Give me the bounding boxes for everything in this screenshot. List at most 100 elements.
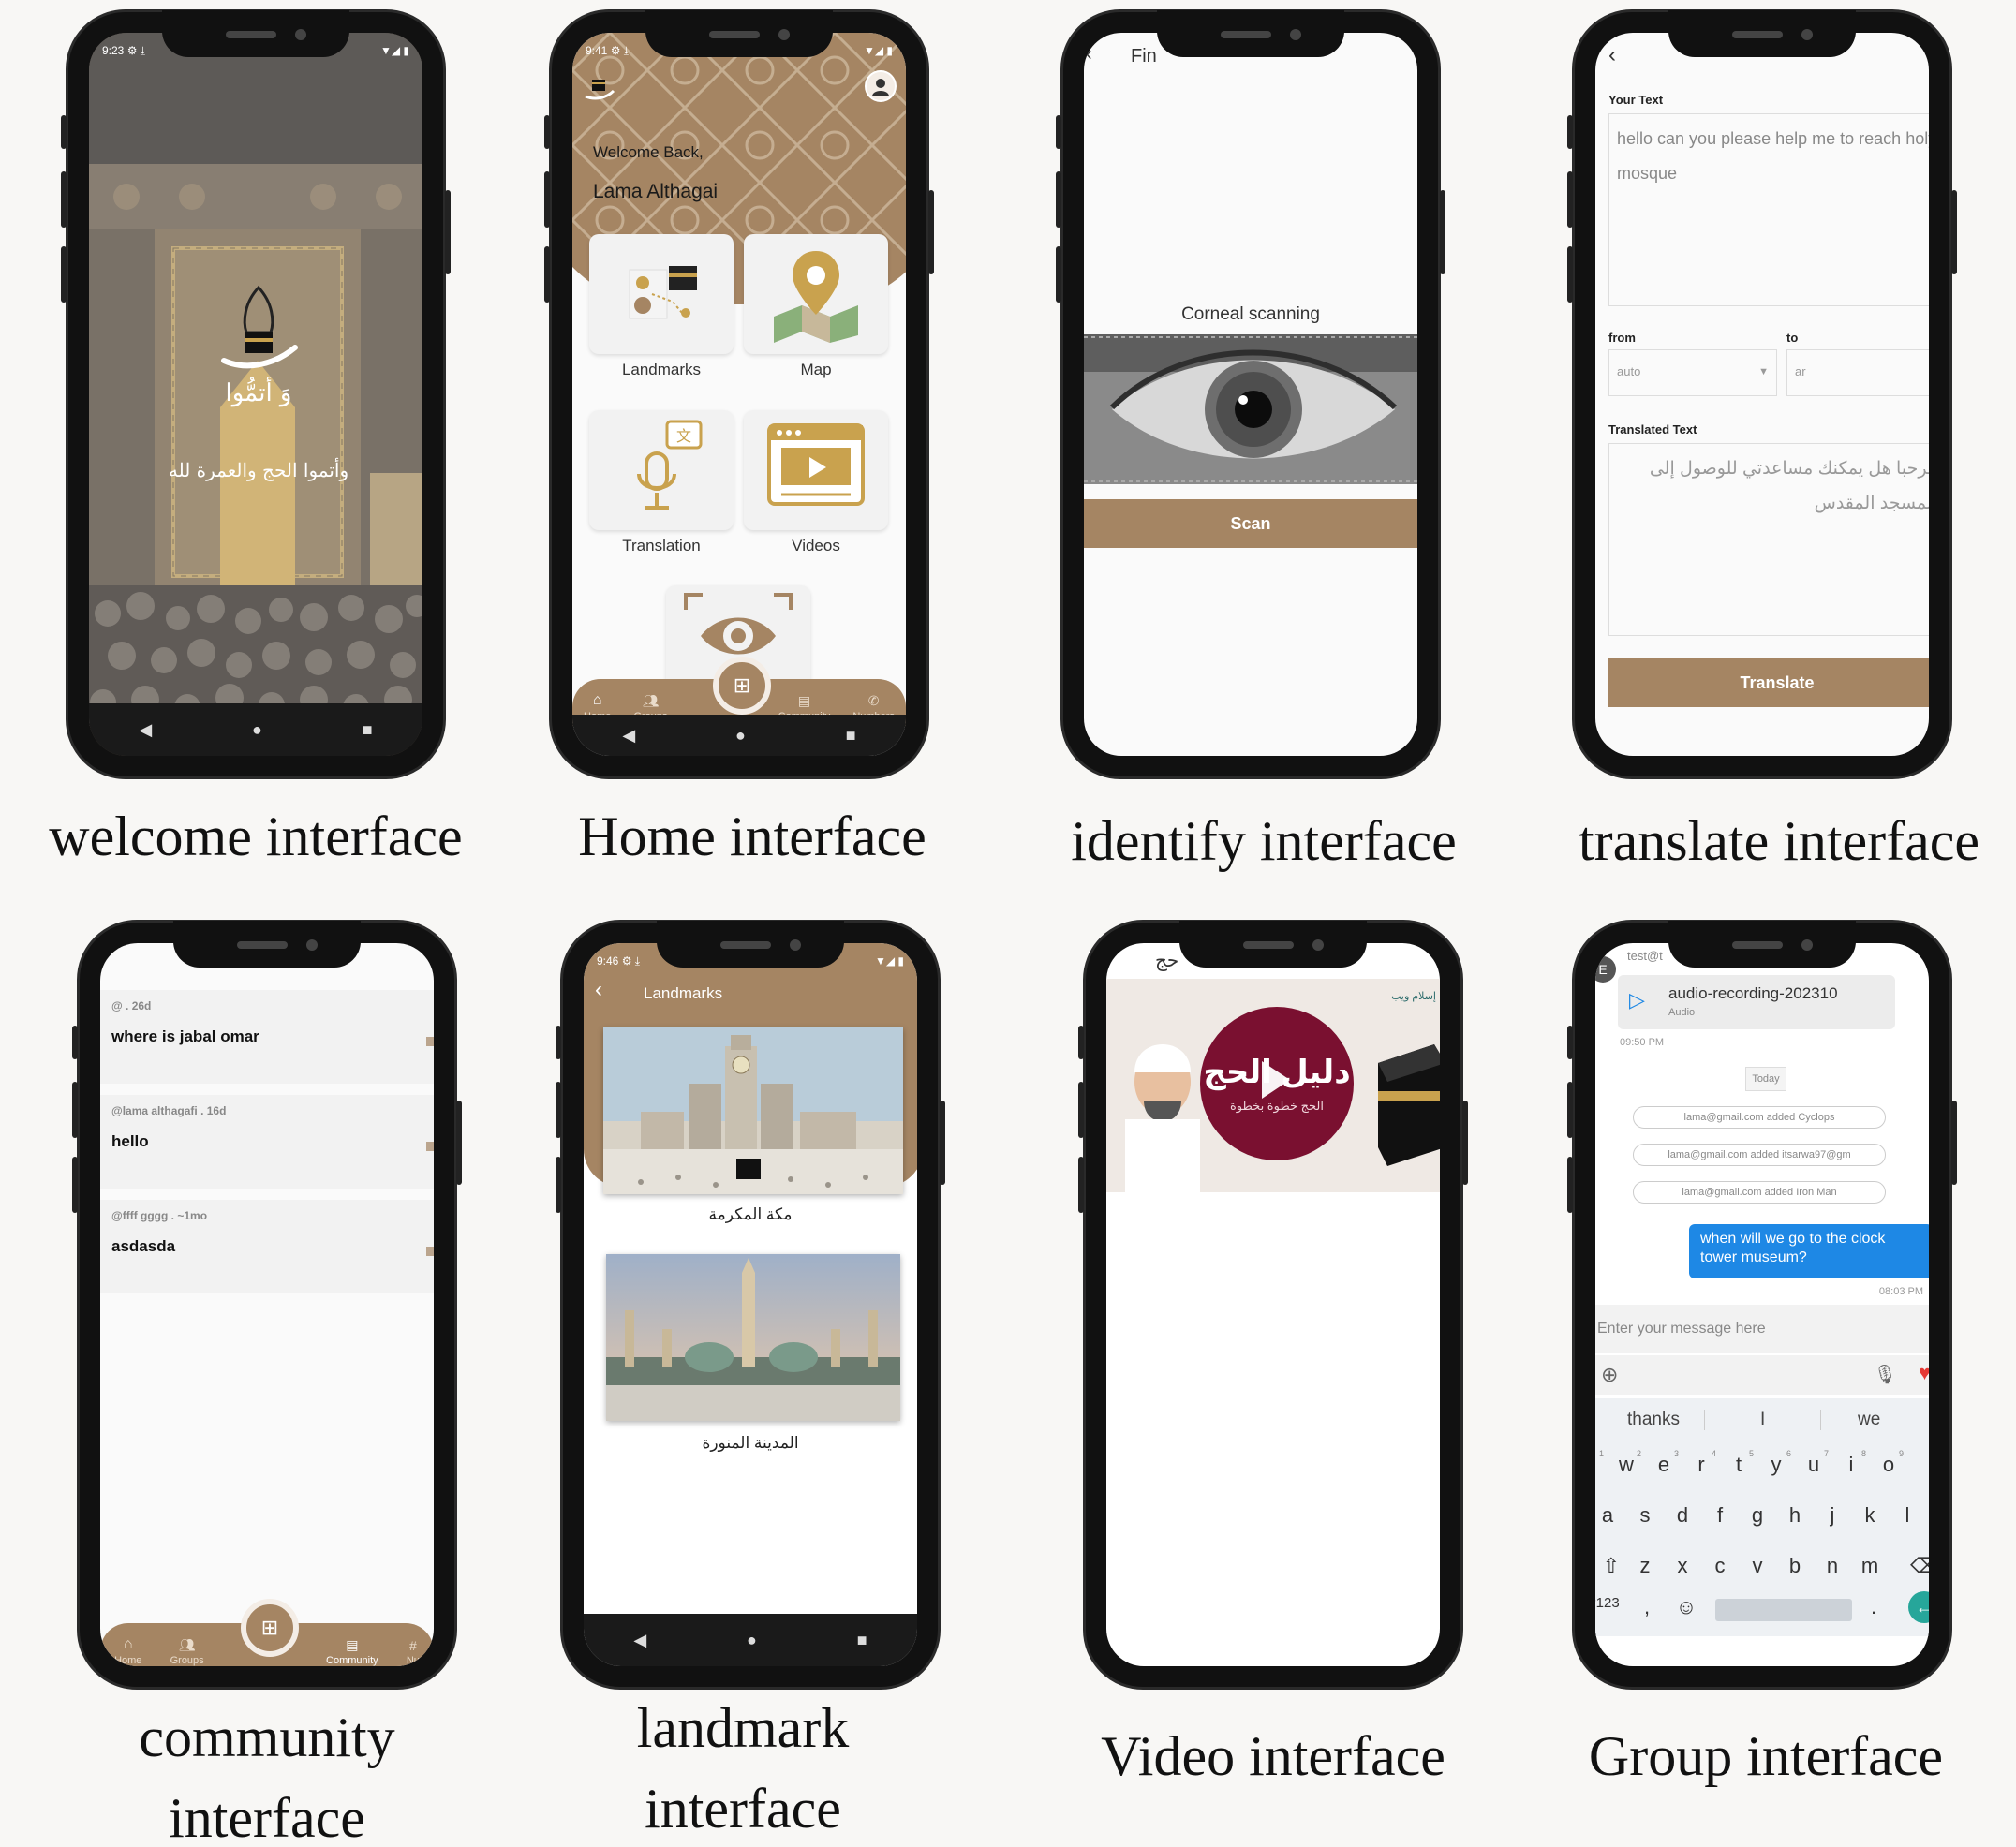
post-menu-icon[interactable] (426, 1037, 434, 1046)
key-f[interactable]: f (1706, 1503, 1734, 1528)
send-key[interactable]: ← (1908, 1591, 1929, 1623)
key-hint-number: 8 (1861, 1449, 1867, 1458)
header-back-icon[interactable]: ‹ (1086, 44, 1092, 66)
back-icon[interactable]: ‹ (595, 977, 602, 1003)
key-g[interactable]: g (1743, 1503, 1771, 1528)
message-input[interactable]: Enter your message here (1595, 1305, 1929, 1353)
backspace-key[interactable]: ⌫ (1910, 1554, 1929, 1578)
key-a[interactable]: a (1595, 1503, 1622, 1528)
madinah-photo[interactable] (606, 1254, 900, 1421)
back-icon[interactable]: ◀ (622, 726, 635, 746)
key-h[interactable]: h (1781, 1503, 1809, 1528)
scan-button[interactable]: Scan (1084, 499, 1417, 548)
to-select[interactable]: ar (1786, 349, 1929, 396)
key-c[interactable]: c (1706, 1554, 1734, 1578)
key-z[interactable]: z (1631, 1554, 1659, 1578)
tile-videos[interactable] (744, 410, 888, 530)
system-message: lama@gmail.com added Cyclops (1633, 1106, 1886, 1129)
period-key[interactable]: . (1860, 1595, 1888, 1619)
home-circle-icon[interactable]: ● (252, 720, 262, 740)
video-screen: حج دليل الحج الحج خطوة بخطوة إسلام ويب (1106, 943, 1440, 1666)
audio-message[interactable]: ▷ audio-recording-202310 Audio (1618, 975, 1895, 1029)
key-j[interactable]: j (1818, 1503, 1846, 1528)
home-icon: ⌂ (123, 1636, 133, 1652)
back-icon[interactable]: ‹ (1608, 42, 1616, 68)
scan-heading: Corneal scanning (1181, 304, 1320, 324)
key-l[interactable]: l (1893, 1503, 1921, 1528)
profile-avatar-icon[interactable] (865, 70, 897, 102)
user-name: Lama Althagai (593, 181, 719, 202)
add-note-icon: ⊞ (733, 673, 751, 697)
home-circle-icon[interactable]: ● (735, 726, 746, 746)
nav-groups[interactable]: 👥︎Groups (170, 1637, 204, 1666)
nav-community[interactable]: ▤Community (326, 1637, 378, 1666)
audio-timestamp: 09:50 PM (1620, 1037, 1665, 1048)
tile-map[interactable] (744, 234, 888, 354)
new-post-fab[interactable]: ⊞ (241, 1599, 299, 1657)
eye-scan-image (1084, 334, 1417, 484)
microphone-icon[interactable]: 🎙︎ (1874, 1363, 1897, 1386)
new-post-fab[interactable]: ⊞ (713, 657, 771, 715)
makkah-photo[interactable] (603, 1027, 903, 1194)
from-select[interactable]: auto ▼ (1608, 349, 1777, 396)
key-d[interactable]: d (1668, 1503, 1697, 1528)
recents-square-icon[interactable]: ■ (857, 1631, 867, 1650)
back-icon[interactable]: ◀ (633, 1631, 646, 1650)
home-circle-icon[interactable]: ● (747, 1631, 757, 1650)
video-subtitle: الحج خطوة بخطوة (1229, 1099, 1324, 1113)
heart-icon[interactable]: ♥ (1919, 1361, 1929, 1385)
suggestion[interactable]: I (1760, 1410, 1765, 1430)
phone-identify: ‹ Fin Corneal scanning Scan (1056, 9, 1445, 779)
symbols-key[interactable]: ?123 (1595, 1595, 1625, 1611)
key-k[interactable]: k (1856, 1503, 1884, 1528)
post-card[interactable]: @ffff gggg . ~1mo asdasda (100, 1200, 434, 1293)
translate-screen: ‹ Your Text hello can you please help me… (1595, 33, 1929, 756)
group-avatar[interactable]: E (1595, 956, 1616, 983)
caption-translate: translate interface (1578, 810, 1980, 872)
key-n[interactable]: n (1818, 1554, 1846, 1578)
translation-mic-icon: 文 (637, 420, 703, 510)
post-meta: @ . 26d (111, 999, 152, 1012)
your-text-input[interactable]: hello can you please help me to reach ho… (1608, 113, 1929, 306)
suggestion[interactable]: thanks (1627, 1410, 1680, 1430)
nav-home[interactable]: ⌂Home (114, 1636, 141, 1666)
translate-button[interactable]: Translate (1608, 658, 1929, 707)
key-b[interactable]: b (1781, 1554, 1809, 1578)
post-menu-icon[interactable] (426, 1247, 434, 1256)
phone-translate: ‹ Your Text hello can you please help me… (1567, 9, 1957, 779)
key-m[interactable]: m (1856, 1554, 1884, 1578)
shift-key[interactable]: ⇧ (1597, 1554, 1625, 1578)
audio-file-name: audio-recording-202310 (1668, 984, 1838, 1002)
suggestion[interactable]: we (1858, 1410, 1880, 1430)
video-player-icon (767, 423, 865, 506)
key-v[interactable]: v (1743, 1554, 1771, 1578)
play-icon[interactable] (1262, 1061, 1290, 1099)
add-note-icon: ⊞ (260, 1616, 279, 1639)
translated-text-label: Translated Text (1608, 422, 1697, 436)
tile-translation-label: Translation (622, 537, 701, 554)
key-hint-number: 4 (1712, 1449, 1717, 1458)
back-icon[interactable]: ◀ (139, 720, 152, 740)
my-message-bubble[interactable]: when will we go to the clock tower museu… (1689, 1224, 1929, 1278)
nav-numbers[interactable]: # Nu (407, 1638, 420, 1666)
key-s[interactable]: s (1631, 1503, 1659, 1528)
tile-translation[interactable]: 文 (589, 410, 734, 530)
post-card[interactable]: @ . 26d where is jabal omar (100, 990, 434, 1084)
identify-screen: ‹ Fin Corneal scanning Scan (1084, 33, 1417, 756)
recents-square-icon[interactable]: ■ (846, 726, 856, 746)
add-circle-icon[interactable]: ⊕ (1601, 1363, 1618, 1387)
phone-icon: ✆ (867, 693, 880, 708)
comma-key[interactable]: , (1633, 1595, 1661, 1619)
post-menu-icon[interactable] (426, 1142, 434, 1151)
recents-square-icon[interactable]: ■ (363, 720, 373, 740)
phone-group: E test@t ▷ audio-recording-202310 Audio … (1567, 920, 1957, 1690)
video-player[interactable]: دليل الحج الحج خطوة بخطوة إسلام ويب (1106, 979, 1440, 1192)
emoji-icon[interactable]: ☺ (1672, 1595, 1700, 1619)
date-separator: Today (1745, 1067, 1786, 1091)
key-x[interactable]: x (1668, 1554, 1697, 1578)
space-key[interactable] (1715, 1599, 1852, 1621)
post-card[interactable]: @lama althagafi . 16d hello (100, 1095, 434, 1189)
key-hint-number: 1 (1599, 1449, 1605, 1458)
play-triangle-icon[interactable]: ▷ (1629, 988, 1645, 1012)
tile-landmarks[interactable] (589, 234, 734, 354)
